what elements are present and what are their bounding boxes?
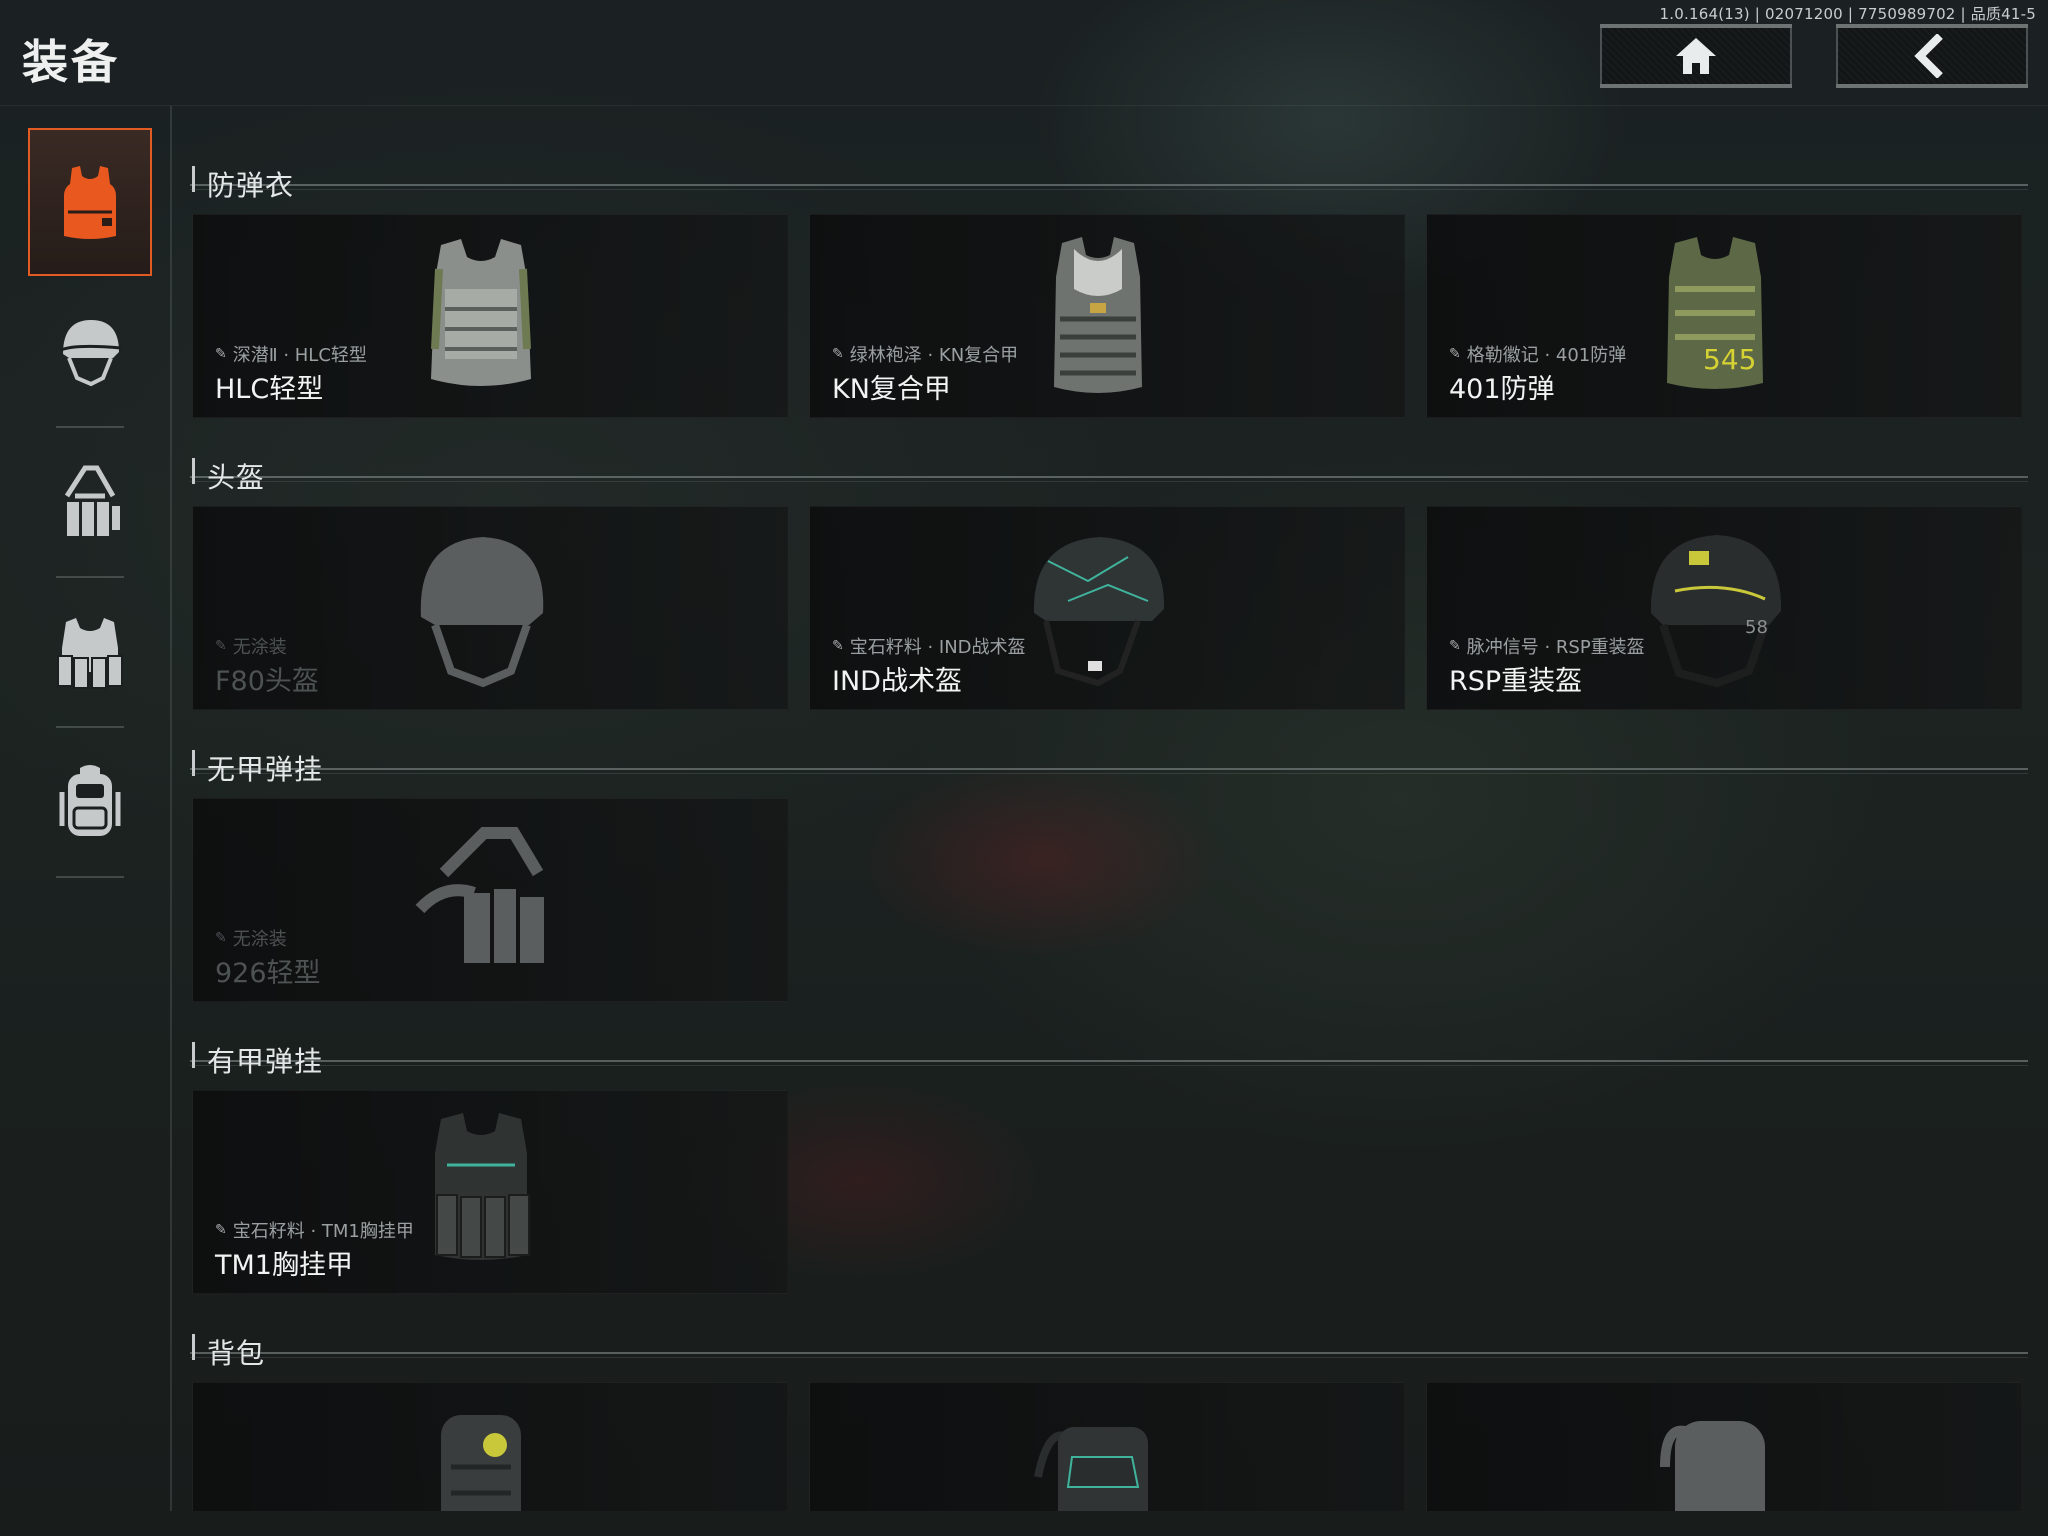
- section-header-armored-rigs: 有甲弹挂: [190, 1002, 2028, 1078]
- brush-icon: ✎: [215, 1222, 227, 1238]
- equipment-card[interactable]: ✎ 无涂装 926轻型: [192, 798, 788, 1002]
- skin-name: 绿林袍泽 · KN复合甲: [849, 345, 1019, 366]
- item-name: F80头盔: [215, 666, 319, 697]
- skin-label: ✎ 脉冲信号 · RSP重装盔: [1449, 633, 1645, 659]
- home-button[interactable]: [1600, 24, 1792, 88]
- skin-label: ✎ 格勒徽记 · 401防弹: [1449, 341, 1626, 367]
- skin-name: 宝石籽料 · TM1胸挂甲: [232, 1221, 414, 1242]
- section-marker: [192, 1042, 195, 1068]
- backpack-icon: [1660, 1421, 1765, 1511]
- backpack-icon: [59, 765, 121, 836]
- sidebar-item-backpack[interactable]: [28, 728, 152, 876]
- skin-name: 深潜Ⅱ · HLC轻型: [232, 345, 367, 366]
- skin-name: 宝石籽料 · IND战术盔: [849, 637, 1026, 658]
- sidebar-item-armored-rig[interactable]: [28, 578, 152, 726]
- section-header-helmets: 头盔: [190, 418, 2028, 494]
- equipment-card[interactable]: ✎ 宝石籽料 · TM1胸挂甲 TM1胸挂甲: [192, 1090, 788, 1294]
- sidebar-item-chest-rig[interactable]: [28, 428, 152, 576]
- section-title: 头盔: [207, 461, 266, 494]
- armored-rig-icon: [435, 1113, 530, 1260]
- brush-icon: ✎: [832, 638, 844, 654]
- back-button[interactable]: [1836, 24, 2028, 88]
- section-marker: [192, 1334, 195, 1360]
- equipment-card[interactable]: [809, 1382, 1405, 1511]
- skin-label: ✎ 无涂装: [215, 633, 287, 659]
- section-header-chest-rigs: 无甲弹挂: [190, 710, 2028, 786]
- armored-rig-icon: [57, 618, 123, 689]
- page-title: 装备: [22, 35, 120, 89]
- brush-icon: ✎: [1449, 346, 1461, 362]
- svg-text:545: 545: [1703, 343, 1756, 376]
- sidebar-item-helmet[interactable]: [28, 278, 152, 426]
- item-name: 926轻型: [215, 958, 321, 989]
- equipment-card[interactable]: ✎ 绿林袍泽 · KN复合甲 KN复合甲: [809, 214, 1405, 418]
- skin-name: 无涂装: [232, 929, 287, 950]
- skin-label: ✎ 深潜Ⅱ · HLC轻型: [215, 341, 367, 367]
- vest-icon: [431, 239, 531, 386]
- brush-icon: ✎: [215, 930, 227, 946]
- equipment-card[interactable]: [1426, 1382, 2022, 1511]
- chest-rig-icon: [64, 465, 120, 536]
- skin-name: 格勒徽记 · 401防弹: [1466, 345, 1627, 366]
- skin-label: ✎ 绿林袍泽 · KN复合甲: [832, 341, 1018, 367]
- sidebar-divider: [56, 876, 124, 878]
- skin-label: ✎ 无涂装: [215, 925, 287, 951]
- brush-icon: ✎: [832, 346, 844, 362]
- skin-name: 无涂装: [232, 637, 287, 658]
- category-sidebar: [0, 106, 172, 1511]
- section-marker: [192, 750, 195, 776]
- top-bar: 装备: [0, 0, 2048, 106]
- vest-icon: [64, 166, 116, 239]
- section-title: 无甲弹挂: [207, 753, 324, 786]
- helmet-icon: [60, 320, 122, 387]
- item-name: 401防弹: [1449, 374, 1555, 405]
- helmet-icon: 58: [1650, 535, 1782, 688]
- item-name: RSP重装盔: [1449, 666, 1583, 697]
- skin-label: ✎ 宝石籽料 · TM1胸挂甲: [215, 1217, 414, 1243]
- item-name: TM1胸挂甲: [215, 1250, 353, 1281]
- equipment-card[interactable]: 58 ✎ 脉冲信号 · RSP重装盔 RSP重装盔: [1426, 506, 2022, 710]
- section-title: 背包: [207, 1337, 266, 1370]
- backpack-icon: [441, 1415, 521, 1511]
- brush-icon: ✎: [215, 638, 227, 654]
- vest-icon: 545: [1667, 237, 1763, 389]
- item-name: IND战术盔: [832, 666, 962, 697]
- item-name: KN复合甲: [832, 374, 951, 405]
- equipment-card[interactable]: [192, 1382, 788, 1511]
- brush-icon: ✎: [1449, 638, 1461, 654]
- equipment-card[interactable]: ✎ 无涂装 F80头盔: [192, 506, 788, 710]
- helmet-icon: [420, 537, 544, 688]
- equipment-card[interactable]: ✎ 宝石籽料 · IND战术盔 IND战术盔: [809, 506, 1405, 710]
- equipment-card[interactable]: ✎ 深潜Ⅱ · HLC轻型 HLC轻型: [192, 214, 788, 418]
- section-header-vests: 防弹衣: [190, 126, 2028, 202]
- vest-icon: [1054, 237, 1142, 393]
- home-icon: [1676, 38, 1716, 74]
- section-marker: [192, 458, 195, 484]
- chevron-left-icon: [1914, 34, 1943, 78]
- equipment-list: 防弹衣 ✎ 深潜Ⅱ · HLC轻型 HLC轻型 ✎ 绿林袍泽 · KN复合甲 KN复…: [190, 106, 2028, 1511]
- backpack-icon: [1034, 1427, 1148, 1511]
- section-marker: [192, 166, 195, 192]
- chest-rig-icon: [415, 827, 544, 963]
- svg-text:58: 58: [1745, 617, 1768, 638]
- section-title: 有甲弹挂: [207, 1045, 324, 1078]
- equipment-card[interactable]: 545 ✎ 格勒徽记 · 401防弹 401防弹: [1426, 214, 2022, 418]
- brush-icon: ✎: [215, 346, 227, 362]
- section-header-backpacks: 背包: [190, 1294, 2028, 1370]
- sidebar-item-vest[interactable]: [28, 128, 152, 276]
- item-name: HLC轻型: [215, 374, 324, 405]
- skin-label: ✎ 宝石籽料 · IND战术盔: [832, 633, 1026, 659]
- section-title: 防弹衣: [207, 169, 295, 202]
- helmet-icon: [1033, 537, 1165, 687]
- skin-name: 脉冲信号 · RSP重装盔: [1466, 637, 1645, 658]
